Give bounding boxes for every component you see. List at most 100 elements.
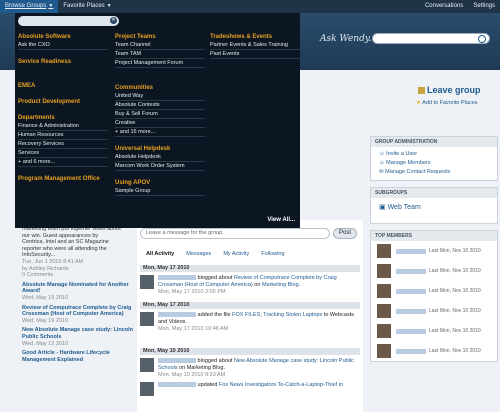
group-link[interactable]: Team Channel: [115, 41, 205, 50]
member-name: [396, 248, 426, 254]
group-link[interactable]: Product Development: [18, 98, 108, 106]
more-link[interactable]: + and 16 more...: [115, 128, 205, 137]
article-link[interactable]: Review of Computrace Complete by Craig C…: [22, 305, 137, 318]
settings-link[interactable]: Settings: [468, 0, 500, 13]
group-link[interactable]: Service Readiness: [18, 58, 108, 66]
feed-link[interactable]: FOX FILES; Tracking Stolen Laptops: [232, 312, 322, 318]
feed-verb: blogged about: [197, 358, 233, 364]
view-all-link[interactable]: View All...: [267, 217, 295, 223]
group-link[interactable]: Human Resources: [18, 131, 108, 140]
top-bar: Browse Groups ▼ Favorite Places ▼ Conversa…: [0, 0, 500, 13]
site-search-input[interactable]: [372, 33, 490, 44]
member-row[interactable]: Last Mon, Nov 10 2010: [371, 281, 497, 301]
dropdown-column: Absolute Software Ask the CXO Service Re…: [18, 33, 108, 183]
more-link[interactable]: + and 6 more...: [18, 158, 108, 167]
leave-group-icon: [418, 87, 425, 95]
group-link[interactable]: Absolute Helpdesk: [115, 153, 205, 162]
manage-contact-label: Manage Contact Requests: [385, 169, 451, 175]
group-link[interactable]: Ask the CXO: [18, 41, 108, 50]
browse-groups-menu[interactable]: Browse Groups ▼: [0, 0, 59, 13]
group-link[interactable]: Finance & Administration: [18, 122, 108, 131]
avatar[interactable]: [140, 382, 154, 396]
group-link[interactable]: Sample Group: [115, 187, 205, 196]
member-row[interactable]: Last Mon, Nov 10 2010: [371, 301, 497, 321]
manage-members-link[interactable]: ☺ Manage Members: [371, 159, 497, 168]
story-comments[interactable]: 0 Comments: [22, 272, 137, 279]
group-link[interactable]: Past Events: [210, 50, 300, 59]
group-link[interactable]: Program Management Office: [18, 175, 108, 183]
blog-link[interactable]: Marketing Blog.: [262, 282, 300, 288]
group-link[interactable]: Creative: [115, 119, 205, 128]
add-favorite-button[interactable]: ★ Add to Favorite Places: [416, 100, 478, 106]
user-name[interactable]: [158, 382, 196, 388]
tab-following[interactable]: Following: [255, 251, 290, 257]
conversations-link[interactable]: Conversations: [420, 0, 468, 13]
group-link[interactable]: Absolute Software: [18, 33, 108, 41]
member-last: Last Mon, Nov 10 2010: [429, 308, 481, 314]
member-row[interactable]: Last Mon, Nov 10 2010: [371, 321, 497, 341]
avatar[interactable]: [140, 358, 154, 372]
group-link[interactable]: Recovery Services: [18, 140, 108, 149]
group-link[interactable]: Communities: [115, 84, 205, 92]
tab-all-activity[interactable]: All Activity: [140, 251, 180, 257]
member-last: Last Mon, Nov 10 2010: [429, 288, 481, 294]
feed-date: Mon, May 10 2010: [140, 348, 360, 355]
group-link[interactable]: Tradeshows & Events: [210, 33, 300, 41]
tab-messages[interactable]: Messages: [180, 251, 217, 257]
box-title: TOP MEMBERS: [371, 231, 497, 241]
feed-link[interactable]: Fox News Investigators To-Catch-a-Laptop…: [219, 382, 343, 388]
group-link[interactable]: Universal Helpdesk: [115, 145, 205, 153]
dropdown-column: Tradeshows & Events Partner Events & Sal…: [210, 33, 300, 59]
group-search-input[interactable]: ✕: [18, 16, 119, 26]
manage-contact-requests-link[interactable]: ✉ Manage Contact Requests: [371, 168, 497, 177]
group-link[interactable]: Using APOV: [115, 179, 205, 187]
member-row[interactable]: Last Mon, Nov 10 2010: [371, 241, 497, 261]
group-link[interactable]: Project Teams: [115, 33, 205, 41]
user-name[interactable]: [158, 358, 196, 364]
group-link[interactable]: Partner Events & Sales Training: [210, 41, 300, 50]
feed-date: Mon, May 17 2010: [140, 265, 360, 272]
feed-entry: blogged about New Absolute Manage case s…: [140, 358, 360, 379]
clear-icon[interactable]: ✕: [110, 17, 117, 24]
group-link[interactable]: Team TAM: [115, 50, 205, 59]
feed-on: on Marketing Blog.: [179, 365, 225, 371]
article-link[interactable]: Absolute Manage Nominated for Another Aw…: [22, 282, 137, 295]
story-author: by Ashley Richards: [22, 265, 69, 272]
article-link[interactable]: Good Article - Hardware Lifecycle Manage…: [22, 350, 137, 363]
invite-user-link[interactable]: ☺ Invite a User: [371, 150, 497, 159]
star-icon: ★: [416, 100, 421, 106]
member-last: Last Mon, Nov 10 2010: [429, 268, 481, 274]
right-column: GROUP ADMINISTRATION ☺ Invite a User ☺ M…: [370, 136, 498, 368]
user-name[interactable]: [158, 312, 196, 318]
avatar[interactable]: [140, 312, 154, 326]
search-icon[interactable]: [478, 35, 486, 43]
group-link[interactable]: Project Management Forum: [115, 59, 205, 68]
member-row[interactable]: Last Mon, Nov 10 2010: [371, 261, 497, 281]
feed-time: Mon, May 17 2010 2:05 PM: [158, 289, 226, 295]
user-name[interactable]: [158, 275, 196, 281]
group-link[interactable]: Services: [18, 149, 108, 158]
message-input[interactable]: Leave a message for the group.: [140, 228, 330, 239]
favorite-places-menu[interactable]: Favorite Places ▼: [58, 0, 116, 13]
group-link[interactable]: United Way: [115, 92, 205, 101]
group-link[interactable]: Absolute Contests: [115, 101, 205, 110]
member-last: Last Mon, Nov 10 2010: [429, 348, 481, 354]
member-row[interactable]: Last Mon, Nov 10 2010: [371, 341, 497, 361]
avatar[interactable]: [140, 275, 154, 289]
member-name: [396, 328, 426, 334]
tab-my-activity[interactable]: My Activity: [217, 251, 255, 257]
group-link[interactable]: Buy & Sell Forum: [115, 110, 205, 119]
group-link[interactable]: Marcom Work Order System: [115, 162, 205, 171]
subgroup-link[interactable]: ▣ Web Team: [371, 198, 497, 223]
feed-date: Mon, May 17 2010: [140, 302, 360, 309]
avatar: [377, 264, 391, 278]
article-link[interactable]: New Absolute Manage case study: Lincoln …: [22, 327, 137, 340]
leave-group-button[interactable]: Leave group: [418, 85, 481, 95]
post-button[interactable]: Post: [333, 228, 357, 239]
avatar: [377, 304, 391, 318]
group-link[interactable]: EMEA: [18, 82, 108, 90]
group-link[interactable]: Departments: [18, 114, 108, 122]
box-title: SUBGROUPS: [371, 188, 497, 198]
